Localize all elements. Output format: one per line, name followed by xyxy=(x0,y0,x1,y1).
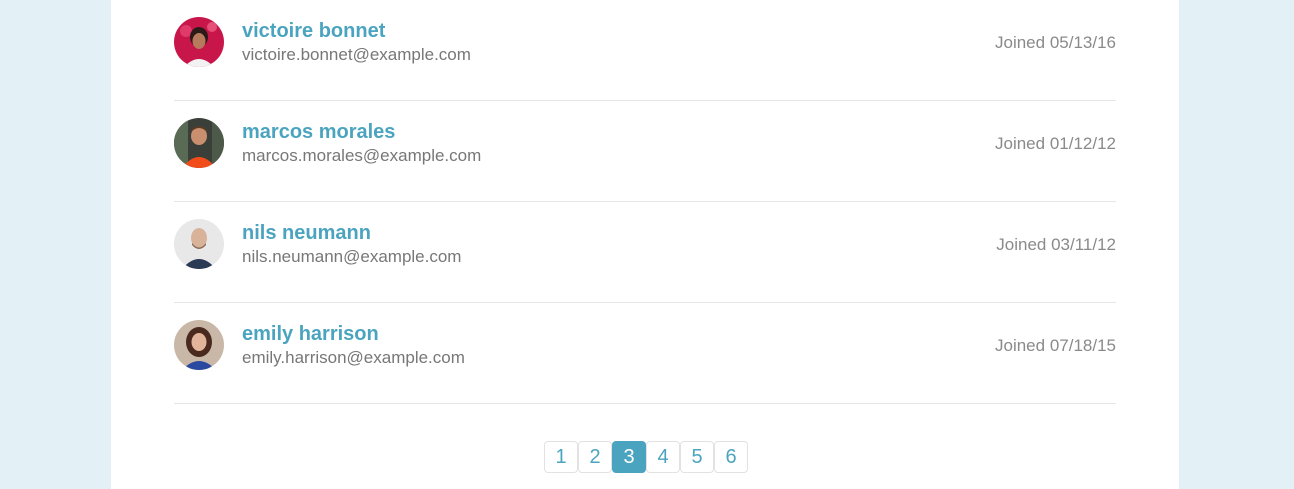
user-row[interactable]: victoire bonnet victoire.bonnet@example.… xyxy=(174,0,1116,101)
user-email: marcos.morales@example.com xyxy=(242,146,482,165)
user-joined-date: Joined 01/12/12 xyxy=(995,134,1116,153)
page-button-5[interactable]: 5 xyxy=(680,441,714,473)
page-button-6[interactable]: 6 xyxy=(714,441,748,473)
pagination: 1 2 3 4 5 6 xyxy=(544,441,748,473)
user-avatar[interactable] xyxy=(174,118,224,168)
user-joined-date: Joined 03/11/12 xyxy=(996,235,1116,254)
page-button-4[interactable]: 4 xyxy=(646,441,680,473)
user-list-panel: victoire bonnet victoire.bonnet@example.… xyxy=(111,0,1179,489)
page-button-2[interactable]: 2 xyxy=(578,441,612,473)
user-joined-date: Joined 07/18/15 xyxy=(995,336,1116,355)
user-avatar[interactable] xyxy=(174,320,224,370)
user-name[interactable]: emily harrison xyxy=(242,323,379,346)
page-button-3-current[interactable]: 3 xyxy=(612,441,646,473)
user-joined-date: Joined 05/13/16 xyxy=(995,33,1116,52)
user-list: victoire bonnet victoire.bonnet@example.… xyxy=(174,0,1116,404)
user-row[interactable]: marcos morales marcos.morales@example.co… xyxy=(174,101,1116,202)
user-avatar[interactable] xyxy=(174,219,224,269)
page-button-1[interactable]: 1 xyxy=(544,441,578,473)
user-name[interactable]: marcos morales xyxy=(242,121,395,144)
user-email: nils.neumann@example.com xyxy=(242,247,462,266)
user-avatar[interactable] xyxy=(174,17,224,67)
user-email: victoire.bonnet@example.com xyxy=(242,45,471,64)
user-row[interactable]: nils neumann nils.neumann@example.com Jo… xyxy=(174,202,1116,303)
user-name[interactable]: victoire bonnet xyxy=(242,20,385,43)
user-name[interactable]: nils neumann xyxy=(242,222,371,245)
user-row[interactable]: emily harrison emily.harrison@example.co… xyxy=(174,303,1116,404)
user-email: emily.harrison@example.com xyxy=(242,348,465,367)
